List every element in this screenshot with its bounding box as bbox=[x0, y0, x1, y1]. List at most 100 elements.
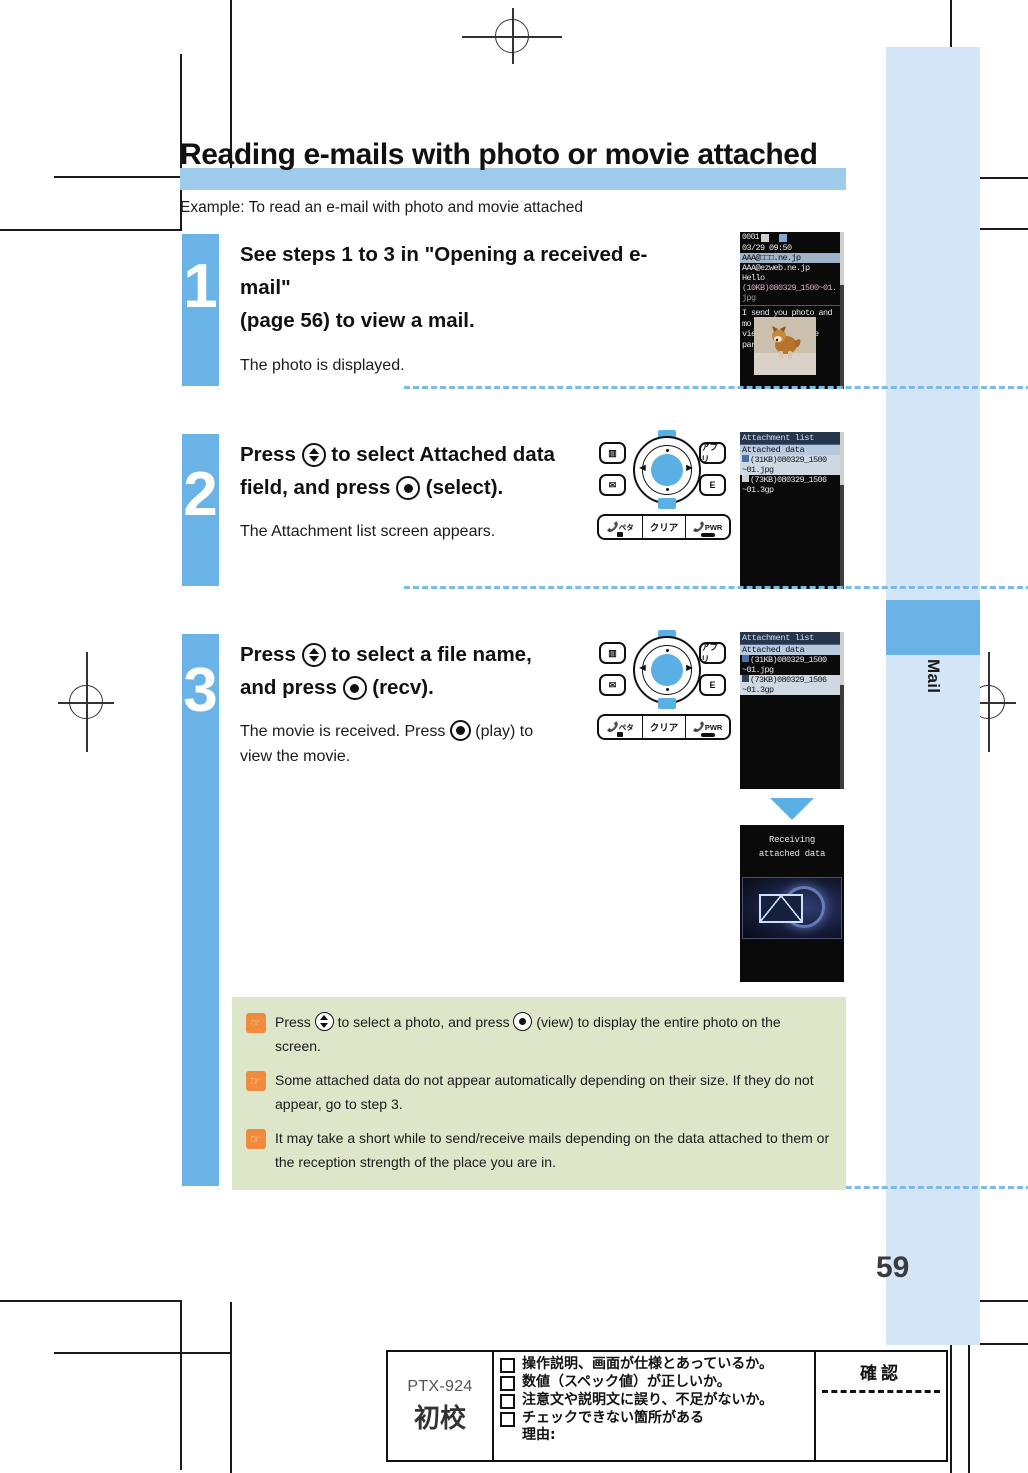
ez-key[interactable]: E bbox=[699, 674, 726, 696]
step-3-instruction: Press to select a file name, and press (… bbox=[240, 638, 620, 704]
checklist-row[interactable]: 注意文や説明文に誤り、不足がないか。 bbox=[500, 1392, 808, 1410]
receiving-title: Receiving attached data bbox=[740, 825, 844, 861]
clear-key[interactable]: クリア bbox=[643, 716, 687, 738]
note-1-text-b: to select a photo, and press bbox=[333, 1014, 514, 1030]
confirm-label: 確認 bbox=[860, 1364, 902, 1384]
step-2-line-2: field, and press (select). bbox=[240, 471, 620, 504]
step-3-line-1: Press to select a file name, bbox=[240, 638, 620, 671]
apli-key[interactable]: アプリ bbox=[699, 642, 726, 664]
step-2-text-c: field, and press bbox=[240, 476, 397, 500]
step-2-instruction: Press to select Attached data field, and… bbox=[240, 438, 620, 504]
power-key[interactable]: 📞 PWR bbox=[686, 716, 729, 738]
power-key-nub bbox=[700, 733, 715, 737]
checkbox-4[interactable] bbox=[500, 1412, 515, 1428]
attachment-scrollbar[interactable] bbox=[840, 632, 844, 789]
book-key-icon[interactable]: ▥ bbox=[599, 642, 626, 664]
apli-key[interactable]: アプリ bbox=[699, 442, 726, 464]
center-select-key[interactable] bbox=[651, 654, 683, 686]
step-3-text-b: to select a file name, bbox=[325, 643, 532, 666]
phone-icon: 📞 bbox=[606, 721, 619, 733]
checkbox-3[interactable] bbox=[500, 1394, 515, 1410]
clear-key[interactable]: クリア bbox=[643, 516, 687, 538]
function-key-bar: 📞 ペタ クリア 📞 PWR bbox=[597, 514, 731, 540]
attachment-item-1-line-a: (31KB)080329_1500 bbox=[740, 655, 844, 665]
step-3-body: Press to select a file name, and press (… bbox=[240, 638, 620, 770]
proof-stage: 初校 bbox=[413, 1402, 466, 1433]
proof-code: PTX-924 bbox=[407, 1377, 473, 1395]
proof-confirm-cell[interactable]: 確認 bbox=[814, 1352, 946, 1460]
step-2-result: The Attachment list screen appears. bbox=[240, 523, 496, 541]
screen-receiving: Receiving attached data bbox=[740, 825, 844, 982]
attachment-item-2-line-b: ~01.3gp bbox=[740, 685, 844, 695]
attachment-section-header: Attached data bbox=[740, 645, 844, 655]
heading-underline bbox=[180, 168, 846, 190]
center-key-icon bbox=[449, 720, 471, 742]
step-2-line-1: Press to select Attached data bbox=[240, 438, 620, 471]
receiving-line-1: Receiving bbox=[769, 835, 815, 845]
left-arrow-icon[interactable]: ◄ bbox=[637, 662, 648, 674]
chapter-tab-text: Mail bbox=[924, 659, 943, 694]
down-key-highlight[interactable] bbox=[658, 698, 676, 709]
book-key-icon[interactable]: ▥ bbox=[599, 442, 626, 464]
section-heading-wrap: Reading e-mails with photo or movie atta… bbox=[180, 138, 850, 190]
checkbox-1[interactable] bbox=[500, 1358, 515, 1373]
call-key[interactable]: 📞 ペタ bbox=[599, 516, 643, 538]
power-key-label: PWR bbox=[704, 722, 723, 732]
screen-attachment-list-step2: Attachment list Attached data (31KB)0803… bbox=[740, 432, 844, 589]
mail-scrollbar[interactable] bbox=[840, 232, 844, 389]
call-key-nub bbox=[617, 732, 624, 737]
checklist-row[interactable]: 数値（スペック値）が正しいか。 bbox=[500, 1374, 808, 1392]
checkbox-2[interactable] bbox=[500, 1376, 515, 1392]
center-key-icon bbox=[342, 676, 367, 701]
updown-key-icon bbox=[301, 643, 326, 667]
down-dot-icon bbox=[666, 488, 669, 491]
screen-mail-view: 0001 03/29 09:50 AAA@□□□.ne.jp AAA@ezweb… bbox=[740, 232, 844, 389]
right-arrow-icon[interactable]: ► bbox=[684, 662, 695, 674]
registration-mark-left bbox=[58, 652, 114, 752]
left-arrow-icon[interactable]: ◄ bbox=[637, 462, 648, 474]
mail-key-icon[interactable]: ✉ bbox=[599, 474, 626, 496]
dog-photo-icon bbox=[772, 326, 801, 359]
pointing-hand-icon: ☞ bbox=[246, 1129, 266, 1150]
step-2-text-b: to select Attached data bbox=[325, 443, 555, 466]
checklist-row[interactable]: チェックできない箇所がある 理由: bbox=[500, 1410, 808, 1444]
call-key-label: ペタ bbox=[618, 722, 634, 732]
ez-key[interactable]: E bbox=[699, 474, 726, 496]
chapter-tab-label: Mail bbox=[886, 655, 980, 725]
checklist-label-4: チェックできない箇所がある 理由: bbox=[522, 1410, 704, 1444]
power-key-label: PWR bbox=[704, 522, 723, 532]
checklist-row[interactable]: 操作説明、画面が仕様とあっているか。 bbox=[500, 1356, 808, 1373]
down-key-highlight[interactable] bbox=[658, 498, 676, 509]
note-1-text-a: Press bbox=[275, 1014, 315, 1030]
mail-attach-a: (10KB)080329_1500~01. bbox=[742, 283, 837, 293]
attachment-section-header: Attached data bbox=[740, 445, 844, 455]
attachment-item-2-line-a: (73KB)080329_1506 bbox=[740, 475, 844, 485]
checklist-label-3: 注意文や説明文に誤り、不足がないか。 bbox=[522, 1392, 774, 1409]
receiving-line-2: attached data bbox=[758, 848, 826, 859]
manual-page: Mail 59 Reading e-mails with photo or mo… bbox=[0, 0, 1028, 1473]
note-1-a: Press to select a photo, and press (view… bbox=[275, 1012, 781, 1054]
step-1-number: 1 bbox=[183, 252, 218, 321]
call-key[interactable]: 📞 ペタ bbox=[599, 716, 643, 738]
mail-from: AAA@□□□.ne.jp bbox=[740, 253, 844, 263]
center-select-key[interactable] bbox=[651, 454, 683, 486]
proof-form-left: PTX-924 初校 bbox=[388, 1352, 494, 1460]
crop-mark-bl-h2 bbox=[54, 1352, 232, 1354]
right-arrow-icon[interactable]: ► bbox=[684, 462, 695, 474]
power-key[interactable]: 📞 PWR bbox=[686, 516, 729, 538]
step-1-body: See steps 1 to 3 in "Opening a received … bbox=[240, 238, 670, 378]
step-3-line-2: and press (recv). bbox=[240, 671, 620, 704]
attachment-item-1-line-a: (31KB)080329_1500 bbox=[740, 455, 844, 465]
page-title: Reading e-mails with photo or movie atta… bbox=[180, 138, 818, 171]
example-line: Example: To read an e-mail with photo an… bbox=[180, 199, 583, 216]
step-3-text-c: and press bbox=[240, 676, 343, 700]
crop-mark-bl-v2 bbox=[180, 1300, 182, 1470]
mail-datetime: 03/29 09:50 bbox=[742, 243, 792, 253]
crop-mark-br-v3 bbox=[950, 1345, 952, 1473]
proof-check-form: PTX-924 初校 操作説明、画面が仕様とあっているか。 数値（スペック値）が… bbox=[386, 1350, 948, 1462]
center-key-icon bbox=[396, 476, 421, 501]
mail-key-icon[interactable]: ✉ bbox=[599, 674, 626, 696]
step-3-result-c: view the movie. bbox=[240, 748, 351, 766]
mail-to: AAA@ezweb.ne.jp bbox=[742, 263, 810, 273]
attachment-scrollbar[interactable] bbox=[840, 432, 844, 589]
